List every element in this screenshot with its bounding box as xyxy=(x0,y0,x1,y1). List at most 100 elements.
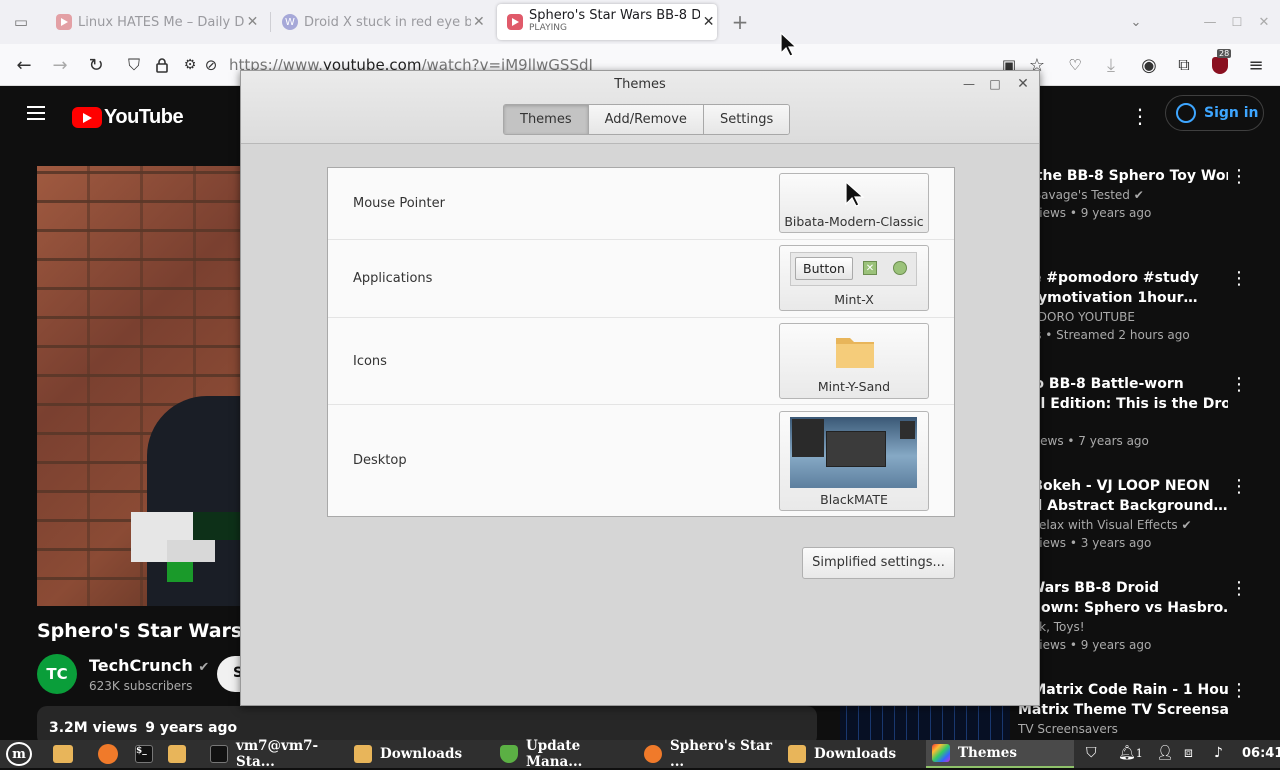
wordpress-icon: W xyxy=(282,14,298,30)
video-player[interactable] xyxy=(37,166,242,606)
channel-name-row[interactable]: TechCrunch ✔ xyxy=(89,656,209,675)
files-launcher-icon[interactable] xyxy=(168,740,194,768)
youtube-icon xyxy=(56,14,72,30)
close-tab-icon[interactable]: ✕ xyxy=(700,14,717,30)
close-window-icon[interactable]: ✕ xyxy=(1251,9,1277,35)
sign-in-button[interactable]: Sign in xyxy=(1165,95,1264,131)
taskbar-item-label: Sphero's Star ... xyxy=(670,738,772,770)
close-icon[interactable]: ✕ xyxy=(1016,77,1030,91)
view-count: 3.2M views xyxy=(49,720,138,736)
lock-icon[interactable] xyxy=(149,52,175,78)
new-tab-icon[interactable]: + xyxy=(727,9,753,35)
taskbar-item-downloads[interactable]: Downloads xyxy=(354,740,494,768)
reco-menu-icon[interactable]: ⋮ xyxy=(1230,374,1248,395)
minimize-icon[interactable]: — xyxy=(962,77,976,91)
tab-themes[interactable]: Themes xyxy=(504,105,588,134)
terminal-launcher-icon[interactable]: $_ xyxy=(135,740,161,768)
recommendation-item[interactable]: ero BB-8 Battle-worn cial Edition: This … xyxy=(1018,374,1248,450)
reco-menu-icon[interactable]: ⋮ xyxy=(1230,166,1248,187)
folder-icon xyxy=(53,745,73,763)
tab-list-icon[interactable]: ▭ xyxy=(8,9,34,35)
taskbar-item-themes[interactable]: Themes xyxy=(926,740,1074,768)
shield-tray-icon[interactable]: ⛉ xyxy=(1086,745,1097,761)
sound-tray-icon[interactable]: ♪ xyxy=(1214,745,1223,761)
channel-avatar[interactable]: TC xyxy=(37,654,77,694)
taskbar-item-firefox[interactable]: Sphero's Star ... xyxy=(644,738,784,770)
recommendation-item[interactable]: ive #pomodoro #study udymotivation 1hour… xyxy=(1018,268,1248,344)
user-tray-icon[interactable]: 👤︎ xyxy=(1156,745,1174,761)
shield-icon[interactable]: ⛉ xyxy=(121,52,147,78)
theme-name: BlackMATE xyxy=(820,492,888,507)
applications-theme-button[interactable]: Button ✕ Mint-X xyxy=(779,245,929,311)
reco-title-2: udymotivation 1hour… xyxy=(1018,290,1198,306)
reco-meta: M views • 9 years ago xyxy=(1018,206,1152,220)
reco-channel: ✔ xyxy=(1018,414,1228,432)
close-tab-icon[interactable]: ✕ xyxy=(471,14,487,30)
reload-icon[interactable]: ↻ xyxy=(83,52,109,78)
maximize-icon[interactable]: ☐ xyxy=(1224,9,1250,35)
recommendation-item[interactable]: e Bokeh - VJ LOOP NEON nel Abstract Back… xyxy=(1018,476,1248,552)
reco-title-2: wdown: Sphero vs Hasbro… xyxy=(1018,600,1228,616)
reco-menu-icon[interactable]: ⋮ xyxy=(1230,578,1248,599)
icons-row: Icons Mint-Y-Sand xyxy=(328,318,954,405)
ublock-icon[interactable]: 28 xyxy=(1207,49,1233,78)
simplified-settings-button[interactable]: Simplified settings... xyxy=(802,547,955,579)
icons-theme-button[interactable]: Mint-Y-Sand xyxy=(779,323,929,399)
chevron-down-icon[interactable]: ⌄ xyxy=(1123,9,1149,35)
theme-name: Bibata-Modern-Classic xyxy=(784,214,924,229)
browser-tab-1[interactable]: Linux HATES Me – Daily Dri ✕ xyxy=(56,4,261,40)
mint-menu-icon[interactable]: m xyxy=(6,740,32,768)
verified-icon: ✔ xyxy=(1181,518,1192,532)
more-options-icon[interactable]: ⋮ xyxy=(1130,104,1150,128)
reco-channel: & Relax with Visual Effects ✔ xyxy=(1018,516,1228,534)
notifications-tray-icon[interactable]: 🔔︎1 xyxy=(1118,745,1143,761)
menu-icon[interactable]: ≡ xyxy=(1243,52,1269,78)
taskbar: m $_ vm7@vm7-Sta... Downloads Update Man… xyxy=(0,738,1280,770)
dialog-title: Themes xyxy=(614,77,666,92)
guide-menu-icon[interactable] xyxy=(27,106,45,120)
desktop-theme-button[interactable]: BlackMATE xyxy=(779,411,929,511)
mouse-pointer-row: Mouse Pointer Bibata-Modern-Classic xyxy=(328,168,954,240)
recommendation-item[interactable]: r Wars BB-8 Droid wdown: Sphero vs Hasbr… xyxy=(1018,578,1248,654)
autoplay-blocked-icon[interactable]: ⊘ xyxy=(198,52,224,78)
browser-tab-bar: ▭ Linux HATES Me – Daily Dri ✕ W Droid X… xyxy=(0,0,1280,44)
firefox-launcher-icon[interactable] xyxy=(98,740,126,768)
account-icon[interactable]: ◉ xyxy=(1136,52,1162,78)
youtube-icon xyxy=(507,14,523,30)
mouse-pointer-theme-button[interactable]: Bibata-Modern-Classic xyxy=(779,173,929,233)
youtube-play-icon xyxy=(72,107,102,128)
firefox-icon xyxy=(644,745,662,763)
forward-icon[interactable]: → xyxy=(47,52,73,78)
back-icon[interactable]: ← xyxy=(11,52,37,78)
close-tab-icon[interactable]: ✕ xyxy=(244,14,261,30)
files-launcher-icon[interactable] xyxy=(53,740,81,768)
minimize-icon[interactable]: — xyxy=(1197,9,1223,35)
taskbar-item-downloads-2[interactable]: Downloads xyxy=(788,740,924,768)
pocket-icon[interactable]: ♡ xyxy=(1062,52,1088,78)
preview-window xyxy=(792,419,824,457)
recommendation-item[interactable]: e Matrix Code Rain - 1 Hour Matrix Theme… xyxy=(1018,680,1248,738)
folder-icon xyxy=(788,745,806,763)
theme-name: Mint-Y-Sand xyxy=(817,379,891,394)
folder-icon xyxy=(836,338,874,368)
tab-add-remove[interactable]: Add/Remove xyxy=(587,105,703,134)
taskbar-item-terminal[interactable]: vm7@vm7-Sta... xyxy=(210,738,350,770)
reco-meta: K views • 7 years ago xyxy=(1018,434,1149,448)
browser-tab-2[interactable]: W Droid X stuck in red eye boo ✕ xyxy=(282,4,487,40)
extensions-icon[interactable]: ⧉ xyxy=(1171,52,1197,78)
taskbar-item-update-manager[interactable]: Update Mana... xyxy=(500,738,640,770)
clock[interactable]: 06:41 xyxy=(1242,746,1280,761)
preview-window xyxy=(900,421,915,439)
recommendation-item[interactable]: w the BB-8 Sphero Toy Works m Savage's T… xyxy=(1018,166,1248,222)
reco-menu-icon[interactable]: ⋮ xyxy=(1230,680,1248,701)
network-tray-icon[interactable]: ⧈ xyxy=(1184,745,1193,761)
update-shield-icon xyxy=(500,745,518,763)
youtube-logo[interactable]: YouTube xyxy=(72,106,184,129)
browser-tab-3[interactable]: Sphero's Star Wars BB-8 Dro PLAYING ✕ xyxy=(497,4,717,40)
tab-settings[interactable]: Settings xyxy=(702,105,790,134)
maximize-icon[interactable]: □ xyxy=(988,77,1002,91)
reco-title: e Matrix Code Rain - 1 Hour xyxy=(1018,682,1228,698)
downloads-icon[interactable]: ⤓ xyxy=(1098,52,1124,78)
reco-menu-icon[interactable]: ⋮ xyxy=(1230,268,1248,289)
reco-menu-icon[interactable]: ⋮ xyxy=(1230,476,1248,497)
